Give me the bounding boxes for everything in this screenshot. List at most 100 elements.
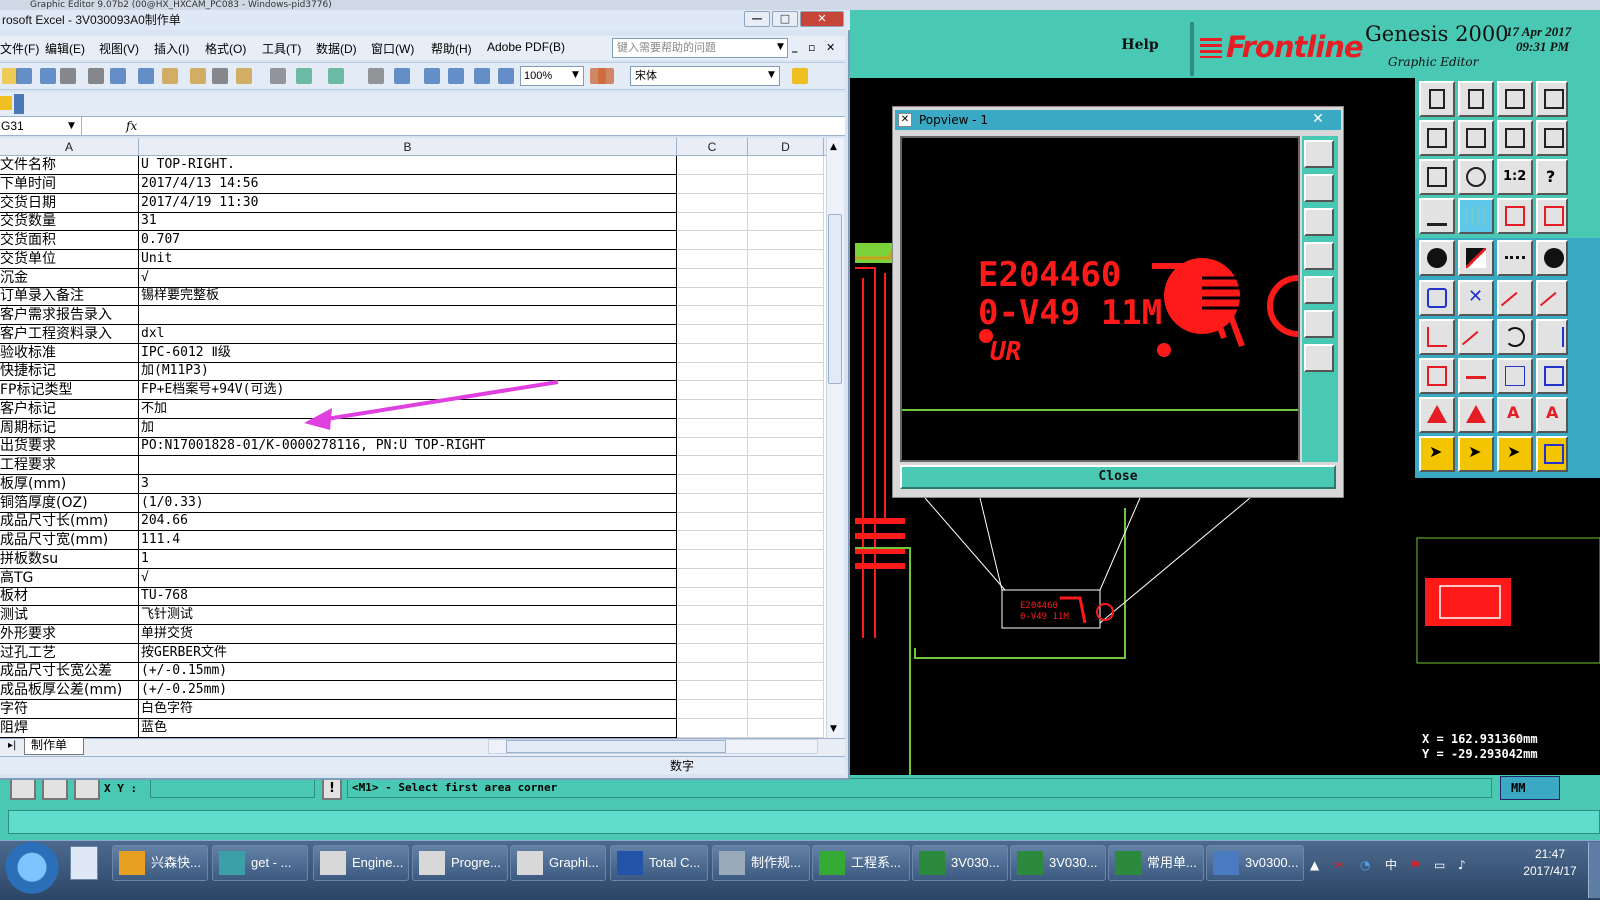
cell-b[interactable]: PO:N17001828-01/K-0000278116, PN:U TOP-R… <box>139 437 677 457</box>
popview-close-button[interactable]: Close <box>900 465 1336 489</box>
cell-c[interactable] <box>677 156 748 175</box>
cell-a[interactable]: 成品尺寸宽(mm) <box>0 531 139 550</box>
cell-d[interactable] <box>748 587 824 607</box>
cell-d[interactable] <box>748 437 824 457</box>
tray-expand-icon[interactable]: ▲ <box>1310 858 1324 872</box>
cell-c[interactable] <box>677 343 748 363</box>
snap-button[interactable] <box>1497 198 1533 234</box>
cell-d[interactable] <box>748 718 824 738</box>
font-select[interactable]: 宋体 <box>630 66 780 86</box>
toolbar-button-icon[interactable] <box>598 68 614 84</box>
column-header-b[interactable]: B <box>139 138 677 156</box>
cell-c[interactable] <box>677 568 748 588</box>
tool-button-3[interactable] <box>1497 81 1533 117</box>
cell-a[interactable]: 验收标准 <box>0 343 139 363</box>
spreadsheet-grid[interactable]: A B C D 文件名称 U TOP-RIGHT. 下单时间 2017/4/13 14… <box>0 138 826 738</box>
genesis-help-button[interactable]: Help <box>1110 28 1170 62</box>
cell-a[interactable]: 铜箔厚度(OZ) <box>0 493 139 513</box>
cell-a[interactable]: 过孔工艺 <box>0 643 139 663</box>
cell-c[interactable] <box>677 662 748 682</box>
status-tool-2[interactable] <box>42 778 68 800</box>
tool-button-8[interactable] <box>1536 120 1568 156</box>
cell-c[interactable] <box>677 268 748 288</box>
layers-tool-button[interactable] <box>1536 358 1568 394</box>
cell-a[interactable]: 出货要求 <box>0 437 139 457</box>
menu-item-8[interactable]: 帮助(H) <box>431 40 472 57</box>
toolbar-button-icon[interactable] <box>296 68 312 84</box>
cell-c[interactable] <box>677 699 748 719</box>
cell-b[interactable]: IPC-6012 Ⅱ级 <box>139 343 677 363</box>
fillet-tool-button[interactable] <box>1536 319 1568 355</box>
cell-b[interactable]: 0.707 <box>139 231 677 250</box>
select-pointer-button[interactable]: ➤ <box>1419 436 1455 472</box>
column-header-d[interactable]: D <box>748 138 824 156</box>
copy-tool-button[interactable] <box>1536 280 1569 321</box>
toolbar-button-icon[interactable] <box>270 68 286 84</box>
taskbar-item[interactable]: Total C... <box>610 845 708 881</box>
doc-minimize-icon[interactable]: _ <box>792 40 798 53</box>
cell-a[interactable]: 成品尺寸长(mm) <box>0 512 139 532</box>
zoom-button[interactable] <box>1458 159 1494 195</box>
node-tool-button[interactable] <box>1419 280 1455 316</box>
cell-b[interactable]: U TOP-RIGHT. <box>139 156 677 175</box>
cell-a[interactable]: FP标记类型 <box>0 381 139 400</box>
cell-b[interactable]: 2017/4/19 11:30 <box>139 193 677 213</box>
cell-d[interactable] <box>748 549 824 569</box>
cell-a[interactable]: 工程要求 <box>0 456 139 475</box>
minimize-button[interactable]: — <box>744 11 770 27</box>
popview-tool-4[interactable] <box>1304 242 1334 270</box>
menu-item-5[interactable]: 工具(T) <box>262 40 301 57</box>
help-dropdown-icon[interactable]: ▼ <box>777 42 784 52</box>
cell-d[interactable] <box>748 381 824 400</box>
cell-a[interactable]: 交货日期 <box>0 193 139 213</box>
cell-c[interactable] <box>677 362 748 382</box>
text-tool-button[interactable]: A <box>1497 397 1533 433</box>
toolbar-button-icon[interactable] <box>212 68 228 84</box>
toolbar-button-icon[interactable] <box>110 68 126 84</box>
tool-button-2[interactable] <box>1458 81 1494 117</box>
popview-viewport[interactable]: E204460 0-V49 11M UR <box>900 136 1300 462</box>
popview-tool-7[interactable] <box>1304 344 1334 372</box>
cell-a[interactable]: 板厚(mm) <box>0 474 139 494</box>
toolbar-button-icon[interactable] <box>16 68 32 84</box>
taskbar-item[interactable]: 3V030... <box>1010 845 1106 881</box>
cell-d[interactable] <box>748 343 824 363</box>
cell-d[interactable] <box>748 456 824 475</box>
toolbar-button-icon[interactable] <box>162 68 178 84</box>
cell-c[interactable] <box>677 531 748 550</box>
cell-a[interactable]: 外形要求 <box>0 624 139 644</box>
cell-c[interactable] <box>677 231 748 250</box>
cell-c[interactable] <box>677 249 748 269</box>
cell-c[interactable] <box>677 381 748 400</box>
cell-d[interactable] <box>748 231 824 250</box>
cell-a[interactable]: 交货数量 <box>0 212 139 232</box>
cell-b[interactable]: (1/0.33) <box>139 493 677 513</box>
name-box-dropdown-icon[interactable]: ▼ <box>68 121 75 131</box>
start-button-icon[interactable] <box>4 842 60 898</box>
cell-d[interactable] <box>748 193 824 213</box>
cell-b[interactable]: (+/-0.15mm) <box>139 662 677 682</box>
cell-a[interactable]: 成品尺寸长宽公差 <box>0 662 139 682</box>
popview-tool-6[interactable] <box>1304 310 1334 338</box>
column-header-c[interactable]: C <box>677 138 748 156</box>
cell-a[interactable]: 文件名称 <box>0 156 139 175</box>
taskbar-item[interactable]: 兴森快... <box>112 845 208 881</box>
cell-c[interactable] <box>677 474 748 494</box>
cell-a[interactable]: 客户工程资料录入 <box>0 324 139 344</box>
help-query-button[interactable]: ? <box>1536 159 1568 195</box>
cell-d[interactable] <box>748 568 824 588</box>
cell-d[interactable] <box>748 268 824 288</box>
cell-a[interactable]: 下单时间 <box>0 174 139 194</box>
cell-c[interactable] <box>677 212 748 232</box>
select-net-button[interactable] <box>1536 436 1568 472</box>
cell-c[interactable] <box>677 624 748 644</box>
cell-c[interactable] <box>677 287 748 307</box>
toolbar-button-icon[interactable] <box>368 68 384 84</box>
toolbar-grip-icon[interactable] <box>0 96 12 110</box>
tool-button-4[interactable] <box>1536 81 1568 117</box>
cell-a[interactable]: 周期标记 <box>0 418 139 438</box>
menu-item-1[interactable]: 编辑(E) <box>45 40 85 57</box>
cell-a[interactable]: 客户标记 <box>0 399 139 419</box>
zoom-dropdown-icon[interactable]: ▼ <box>572 70 579 80</box>
move-tool-button[interactable] <box>1497 280 1533 321</box>
